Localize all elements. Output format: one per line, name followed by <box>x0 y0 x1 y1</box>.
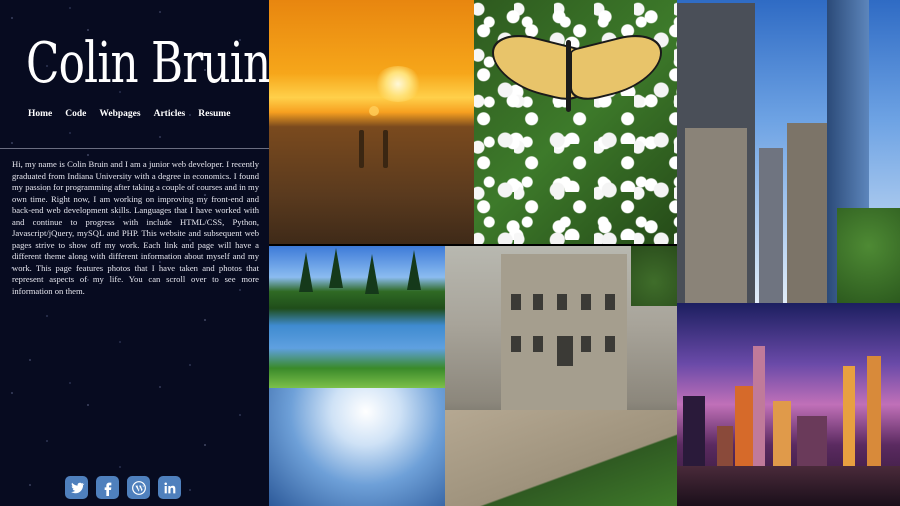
window-shape <box>581 294 591 310</box>
site-logo[interactable]: Colin Bruin <box>26 26 271 102</box>
tree-shape <box>299 252 313 292</box>
building-shape <box>685 128 747 303</box>
linkedin-link[interactable] <box>158 476 181 499</box>
sunset-beach-photo[interactable] <box>269 0 474 244</box>
nav-item-home[interactable]: Home <box>28 109 52 119</box>
window-shape <box>511 336 521 352</box>
window-shape <box>533 336 543 352</box>
person-silhouette <box>383 130 388 168</box>
window-shape <box>581 336 591 352</box>
nav-item-code[interactable]: Code <box>65 109 86 119</box>
butterfly-flowers-photo[interactable] <box>474 0 677 244</box>
social-links <box>65 476 181 499</box>
building-shape <box>759 148 783 303</box>
historic-building-photo[interactable] <box>445 246 677 506</box>
tree-shape <box>631 246 677 306</box>
tree-shape <box>365 254 379 294</box>
butterfly-body <box>566 40 571 112</box>
twitter-link[interactable] <box>65 476 88 499</box>
bio-paragraph: Hi, my name is Colin Bruin and I am a ju… <box>12 159 259 296</box>
tree-shape <box>407 250 421 290</box>
building-facade <box>501 254 627 414</box>
window-shape <box>511 294 521 310</box>
person-silhouette <box>359 130 364 168</box>
nav-item-articles[interactable]: Articles <box>154 109 186 119</box>
sidebar-divider <box>0 148 269 149</box>
night-city-photo[interactable] <box>677 303 900 506</box>
window-shape <box>605 294 615 310</box>
city-skyline-photo[interactable] <box>677 0 900 303</box>
nav-item-resume[interactable]: Resume <box>198 109 230 119</box>
twitter-icon <box>70 482 84 493</box>
facebook-link[interactable] <box>96 476 119 499</box>
street-shape <box>677 466 900 506</box>
sun-shape <box>374 66 422 102</box>
facebook-icon <box>104 482 111 496</box>
butterfly-wing-right <box>570 26 662 106</box>
lens-glare <box>369 106 379 116</box>
archway-shape <box>557 336 573 366</box>
path-lawn <box>445 410 677 506</box>
linkedin-icon <box>163 481 175 493</box>
sidebar: Colin Bruin Home Code Webpages Articles … <box>0 0 271 506</box>
tree-shape <box>837 208 900 303</box>
main-nav: Home Code Webpages Articles Resume <box>28 109 243 119</box>
mountain-lake-photo[interactable] <box>269 246 445 388</box>
wordpress-link[interactable] <box>127 476 150 499</box>
cloudy-sky-photo[interactable] <box>269 388 445 506</box>
window-shape <box>533 294 543 310</box>
window-shape <box>605 336 615 352</box>
nav-item-webpages[interactable]: Webpages <box>99 109 140 119</box>
tree-shape <box>329 248 343 288</box>
window-shape <box>557 294 567 310</box>
wordpress-icon <box>131 480 146 495</box>
